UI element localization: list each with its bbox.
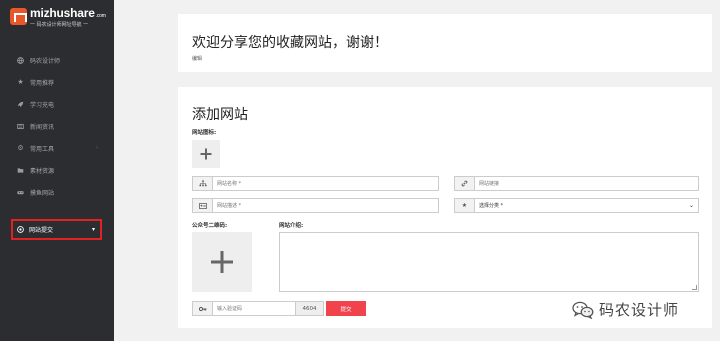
site-description-input[interactable] [213, 199, 438, 212]
site-name-field [192, 176, 439, 191]
gamepad-icon [17, 189, 24, 196]
rocket-icon [17, 101, 24, 108]
sidebar-item-label: 常用推荐 [30, 79, 55, 87]
sidebar-item-label: 码农设计师 [30, 57, 61, 65]
key-icon [193, 302, 213, 315]
sidebar-item-label: 网站提交 [29, 227, 54, 234]
sitemap-icon [193, 177, 213, 190]
upload-site-icon-button[interactable] [192, 140, 220, 168]
site-intro-textarea[interactable] [279, 232, 699, 292]
site-icon-label: 网站图标: [192, 130, 217, 136]
sidebar-item-learning[interactable]: 学习充电 [0, 93, 114, 115]
newspaper-icon [17, 123, 24, 130]
sidebar-item-label: 摸鱼网站 [30, 189, 55, 197]
sidebar-item-label: 素材资源 [30, 167, 55, 175]
add-site-form: 添加网站 网站图标: ★ 选择分类 * ⌄ 公众号二维码: 网站介绍: [178, 87, 712, 328]
site-name-input[interactable] [213, 177, 438, 190]
sidebar-item-submit-site[interactable]: 网站提交 ▾ [11, 219, 102, 240]
sidebar-item-resources[interactable]: 素材资源 [0, 159, 114, 181]
edit-link[interactable]: 编辑 [192, 55, 202, 62]
welcome-title: 欢迎分享您的收藏网站，谢谢！ [192, 35, 388, 51]
sidebar-item-label: 常用工具 [30, 145, 55, 153]
chevron-right-icon: › [96, 145, 98, 151]
captcha-input[interactable] [213, 302, 295, 315]
category-field: ★ 选择分类 * ⌄ [454, 198, 699, 213]
sidebar-item-label: 学习充电 [30, 101, 55, 109]
globe-icon [17, 56, 24, 64]
upload-qr-code-button[interactable] [192, 232, 252, 292]
site-description-field [192, 198, 439, 213]
sidebar: mizhushare.com 一 码农设计师网址导航 一 码农设计师 ★ 常用推… [0, 0, 114, 341]
qr-code-label: 公众号二维码: [192, 223, 228, 229]
sidebar-item-coder-designer[interactable]: 码农设计师 [0, 49, 114, 71]
id-card-icon [193, 199, 213, 212]
watermark: 码农设计师 [572, 299, 679, 320]
logo-text: mizhushare.com [30, 6, 106, 20]
sidebar-item-tools[interactable]: ⚙ 常用工具 › [0, 137, 114, 159]
sidebar-item-news[interactable]: 新闻资讯 [0, 115, 114, 137]
caret-down-icon: ▾ [91, 226, 95, 233]
welcome-card: 欢迎分享您的收藏网站，谢谢！ 编辑 [178, 14, 712, 72]
link-icon [455, 177, 475, 190]
folder-icon [17, 167, 24, 174]
sidebar-item-label: 新闻资讯 [30, 123, 55, 131]
site-intro-label: 网站介绍: [279, 223, 304, 229]
submit-button[interactable]: 提交 [326, 301, 366, 316]
star-icon: ★ [455, 199, 475, 212]
captcha-image[interactable]: 4604 [296, 301, 324, 316]
logo[interactable]: mizhushare.com 一 码农设计师网址导航 一 [10, 6, 106, 30]
logo-subtitle: 一 码农设计师网址导航 一 [30, 22, 89, 28]
star-icon: ★ [17, 78, 24, 86]
gear-icon: ⚙ [17, 144, 24, 152]
category-select[interactable]: 选择分类 * ⌄ [475, 199, 698, 212]
wechat-icon [572, 301, 594, 320]
watermark-text: 码农设计师 [599, 301, 680, 319]
chrome-icon [17, 226, 24, 233]
logo-icon [10, 8, 27, 25]
chevron-down-icon: ⌄ [688, 202, 694, 209]
site-url-input[interactable] [475, 177, 698, 190]
form-title: 添加网站 [192, 107, 248, 123]
site-url-field [454, 176, 699, 191]
captcha-field [192, 301, 296, 316]
sidebar-item-fun-sites[interactable]: 摸鱼网站 [0, 181, 114, 203]
sidebar-item-recommended[interactable]: ★ 常用推荐 [0, 71, 114, 93]
sidebar-nav: 码农设计师 ★ 常用推荐 学习充电 新闻资讯 ⚙ 常用工具 › 素材资源 摸鱼网… [0, 49, 114, 203]
